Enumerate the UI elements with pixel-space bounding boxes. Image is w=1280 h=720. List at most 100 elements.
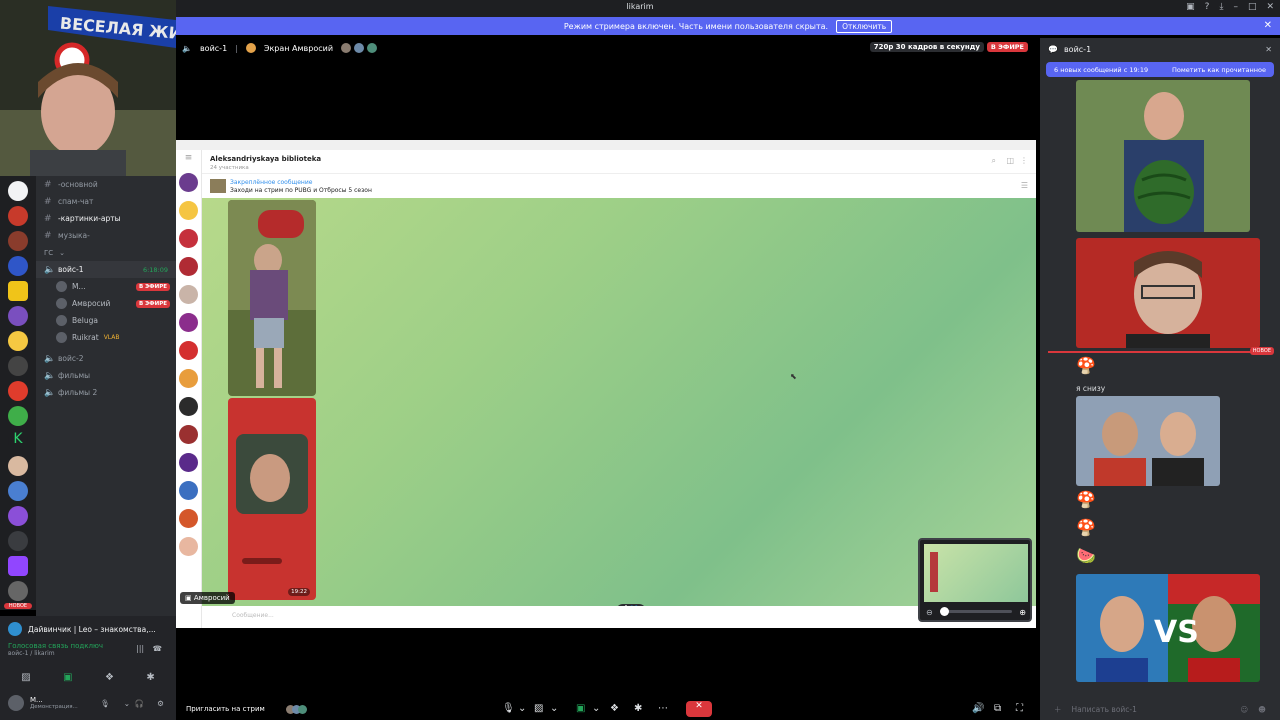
server-icon[interactable]	[8, 206, 28, 226]
chat-avatar[interactable]	[179, 509, 198, 528]
chat-avatar[interactable]	[179, 201, 198, 220]
server-icon[interactable]	[8, 331, 28, 351]
chat-title[interactable]: Aleksandriyskaya biblioteka	[210, 155, 321, 163]
more-options-icon[interactable]: ⋯	[658, 703, 668, 714]
twitch-server-icon[interactable]	[8, 556, 28, 576]
screen-share-icon[interactable]: ▣	[576, 703, 585, 714]
server-icon[interactable]	[8, 531, 28, 551]
pinned-message[interactable]: Закреплённое сообщение Заходи на стрим п…	[202, 176, 1036, 198]
voice-status[interactable]: Голосовая связь подключ	[8, 642, 168, 650]
server-icon[interactable]	[8, 456, 28, 476]
disable-streamer-mode-button[interactable]: Отключить	[836, 19, 893, 33]
disconnect-icon[interactable]: ☎	[153, 644, 162, 653]
voice-category[interactable]: ГС ⌄	[36, 244, 176, 261]
chevron-down-icon[interactable]: ⌄	[550, 703, 558, 714]
server-icon[interactable]	[8, 581, 28, 601]
server-icon[interactable]	[8, 231, 28, 251]
chat-avatar[interactable]	[179, 285, 198, 304]
zoom-slider[interactable]	[940, 607, 1012, 616]
popout-icon[interactable]: ⧉	[994, 703, 1001, 714]
voice-user[interactable]: Beluga	[36, 312, 176, 329]
close-banner-icon[interactable]: ✕	[1264, 20, 1272, 31]
video-off-icon[interactable]: ▨	[21, 672, 30, 683]
zoom-out-icon[interactable]: ⊖	[926, 608, 933, 617]
headphones-icon[interactable]: 🎧	[135, 699, 144, 708]
voice-channel-name[interactable]: войс-1	[200, 44, 227, 53]
activity-row[interactable]: Дайвинчик | Leo – знакомства,...	[0, 616, 176, 642]
help-icon[interactable]: ?	[1205, 2, 1210, 12]
inbox-icon[interactable]: ▣	[1186, 2, 1195, 12]
disconnect-button[interactable]: ✕	[686, 701, 712, 717]
chat-avatar[interactable]	[179, 313, 198, 332]
maximize-icon[interactable]: □	[1248, 2, 1257, 12]
mic-icon[interactable]: 🎙	[502, 703, 515, 714]
chat-avatar[interactable]	[179, 453, 198, 472]
server-icon[interactable]	[8, 481, 28, 501]
chat-avatar[interactable]	[179, 397, 198, 416]
photo-message[interactable]: 19:22	[228, 398, 316, 600]
minimize-icon[interactable]: –	[1233, 2, 1238, 12]
voice-user[interactable]: Ruikrat VLAB	[36, 329, 176, 346]
server-icon[interactable]	[8, 406, 28, 426]
chat-avatar[interactable]	[179, 481, 198, 500]
close-window-icon[interactable]: ✕	[1266, 2, 1274, 12]
voice-channel-2[interactable]: 🔈 войс-2	[36, 350, 176, 367]
chat-avatar[interactable]	[179, 341, 198, 360]
chat-image[interactable]	[1076, 238, 1260, 348]
download-icon[interactable]: ⤓	[1219, 2, 1223, 12]
voice-channel-movies[interactable]: 🔈 фильмы	[36, 367, 176, 384]
fullscreen-icon[interactable]: ⛶	[1016, 703, 1023, 714]
mark-as-read-button[interactable]: Пометить как прочитанное	[1172, 66, 1266, 74]
server-icon[interactable]	[8, 256, 28, 276]
invite-to-stream-button[interactable]: Пригласить на стрим	[186, 705, 265, 713]
chat-avatar[interactable]	[179, 369, 198, 388]
stream-preview-pip[interactable]: ⊖ ⊕	[918, 538, 1032, 622]
participant-avatar[interactable]	[367, 43, 378, 53]
server-icon[interactable]	[8, 181, 28, 201]
chat-avatar[interactable]	[179, 425, 198, 444]
sidebar-icon[interactable]: ◫	[1006, 156, 1014, 165]
channel-art[interactable]: # -картинки-арты	[36, 210, 176, 227]
shared-screen-telegram[interactable]: ≡ Aleksandriyskaya biblioteka 24 участни…	[176, 140, 1036, 628]
chat-avatar[interactable]	[179, 173, 198, 192]
chat-avatar[interactable]	[179, 229, 198, 248]
soundboard-icon[interactable]: ✱	[146, 672, 154, 683]
zoom-in-icon[interactable]: ⊕	[1019, 608, 1026, 617]
chat-avatar[interactable]	[179, 537, 198, 556]
chevron-down-icon[interactable]: ⌄	[124, 699, 130, 708]
slider-thumb[interactable]	[940, 607, 949, 616]
gif-icon[interactable]: ☺	[1240, 705, 1248, 714]
server-icon[interactable]	[8, 356, 28, 376]
mic-icon[interactable]: 🎙	[100, 699, 110, 708]
server-icon[interactable]: K	[8, 431, 28, 451]
participant-avatar[interactable]	[298, 705, 307, 714]
activities-icon[interactable]: ❖	[105, 672, 114, 683]
message-input[interactable]: Сообщение...	[202, 606, 1036, 628]
emoji-picker-icon[interactable]: ☻	[1258, 705, 1266, 714]
server-icon[interactable]	[8, 506, 28, 526]
volume-icon[interactable]: 🔊	[972, 703, 984, 714]
avatar[interactable]	[8, 695, 24, 711]
settings-gear-icon[interactable]: ⚙	[157, 699, 164, 708]
chat-input[interactable]: ＋ Написать войс-1 ☺ ☻	[1046, 700, 1274, 718]
chat-image[interactable]	[1076, 396, 1220, 486]
new-messages-bar[interactable]: 6 новых сообщений с 19:19 Пометить как п…	[1046, 62, 1274, 77]
pin-list-icon[interactable]: ☰	[1021, 181, 1028, 190]
server-icon[interactable]	[8, 281, 28, 301]
voice-channel-movies-2[interactable]: 🔈 фильмы 2	[36, 384, 176, 401]
chat-image[interactable]	[1076, 80, 1250, 232]
noise-suppression-icon[interactable]: |||	[136, 644, 144, 653]
server-icon[interactable]	[8, 306, 28, 326]
participant-avatar[interactable]	[354, 43, 365, 53]
chat-image[interactable]: VS	[1076, 574, 1260, 682]
voice-channel-active[interactable]: 🔈 войс-1 6:18:09	[36, 261, 176, 278]
chat-avatar[interactable]	[179, 257, 198, 276]
participant-avatar[interactable]	[341, 43, 352, 53]
screen-share-icon[interactable]: ▣	[63, 672, 72, 683]
chevron-down-icon[interactable]: ⌄	[592, 703, 600, 714]
menu-icon[interactable]: ≡	[176, 150, 201, 164]
search-icon[interactable]: ⌕	[992, 156, 996, 166]
voice-user[interactable]: М... В ЭФИРЕ	[36, 278, 176, 295]
more-icon[interactable]: ⋮	[1020, 156, 1028, 165]
channel-main[interactable]: # -основной	[36, 176, 176, 193]
